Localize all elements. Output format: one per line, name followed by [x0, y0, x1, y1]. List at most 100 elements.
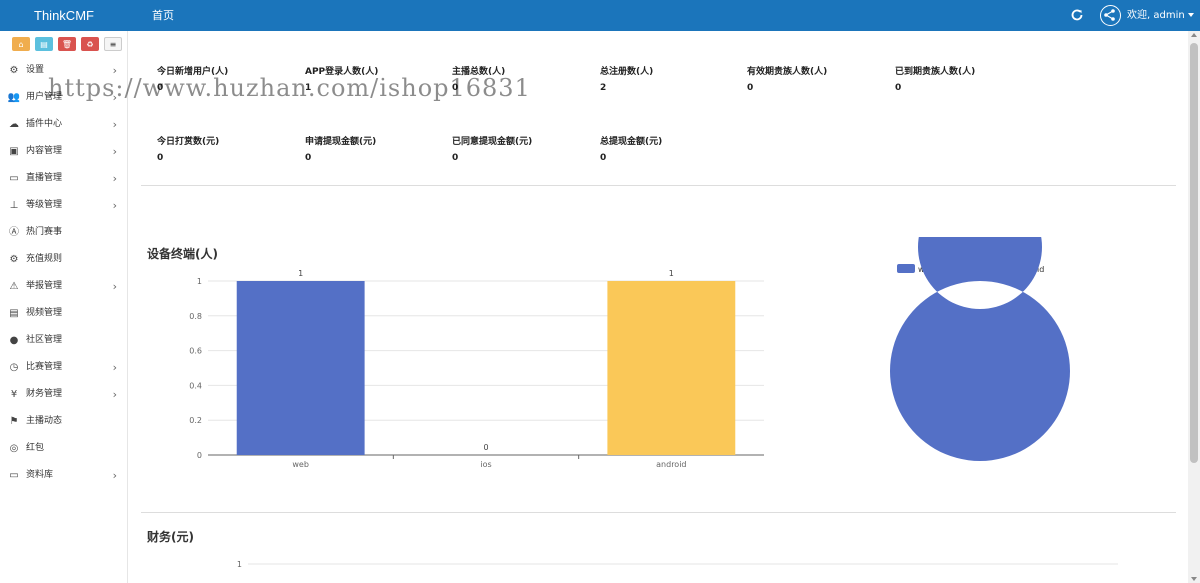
stat-card: 有效期贵族人数(人) 0 [747, 64, 887, 93]
clock-icon: ◷ [9, 361, 19, 373]
sidebar-item[interactable]: ⚑ 主播动态 [0, 408, 127, 435]
legend-swatch-web [897, 264, 915, 273]
x-tick-label: web [292, 460, 309, 469]
archive-icon: ▣ [9, 145, 19, 157]
gears-icon: ⚙ [9, 253, 19, 265]
sidebar-item-label: 社区管理 [26, 335, 63, 345]
recycle-icon: ♻ [86, 39, 94, 49]
sidebar-item-label: 充值规则 [26, 254, 63, 264]
sidebar-item[interactable]: Ⓐ 热门赛事 [0, 219, 127, 246]
stat-label: 总提现金额(元) [600, 137, 663, 147]
sidebar-item[interactable]: ▭ 直播管理 › [0, 165, 127, 192]
nav-home-link[interactable]: 首页 [152, 0, 174, 31]
sidebar-item[interactable]: ◷ 比赛管理 › [0, 354, 127, 381]
stat-card: 总注册数(人) 2 [600, 64, 740, 93]
stat-card: 申请提现金额(元) 0 [305, 134, 445, 163]
stat-card: 已到期贵族人数(人) 0 [895, 64, 1035, 93]
trash-shortcut-button[interactable]: 🗑 [58, 37, 76, 51]
monitor-icon: ▭ [9, 469, 19, 481]
device-chart-title: 设备终端(人) [147, 247, 218, 261]
sidebar-item[interactable]: ⚙ 设置 › [0, 57, 127, 84]
finance-line-chart: 1 [237, 560, 1118, 569]
refresh-icon[interactable] [1070, 8, 1084, 22]
recycle-shortcut-button[interactable]: ♻ [81, 37, 99, 51]
scroll-thumb[interactable] [1190, 43, 1198, 463]
sidebar-item[interactable]: ☁ 插件中心 › [0, 111, 127, 138]
stat-value: 0 [305, 153, 312, 163]
document-icon: ▤ [40, 39, 48, 49]
gears-icon: ⚙ [9, 64, 19, 76]
stat-value: 0 [157, 153, 164, 163]
stat-label: 申请提现金额(元) [305, 137, 377, 147]
sidebar-item-label: 财务管理 [26, 389, 63, 399]
shortcut-bar: ⌂ ▤ 🗑 ♻ ≡ [0, 31, 127, 57]
sidebar-item[interactable]: ▣ 内容管理 › [0, 138, 127, 165]
user-menu[interactable]: 欢迎, admin [1127, 0, 1194, 31]
stat-card: 今日新增用户(人) 0 [157, 64, 297, 93]
chevron-right-icon: › [112, 199, 117, 212]
trash-icon: 🗑 [61, 39, 73, 49]
y-tick-label: 0.4 [189, 381, 202, 390]
document-shortcut-button[interactable]: ▤ [35, 37, 53, 51]
sidebar-item[interactable]: ● 社区管理 [0, 327, 127, 354]
y-tick-label: 0.8 [189, 312, 202, 321]
sidebar-item[interactable]: ¥ 财务管理 › [0, 381, 127, 408]
scroll-up-icon[interactable] [1191, 33, 1197, 37]
bar-data-label: 1 [298, 269, 303, 278]
cloud-icon: ☁ [9, 118, 19, 130]
sidebar-item-label: 设置 [26, 65, 45, 75]
section-divider [141, 512, 1176, 513]
sidebar-item[interactable]: ▭ 资料库 › [0, 462, 127, 489]
finance-chart-title: 财务(元) [147, 530, 194, 544]
sidebar-item-label: 插件中心 [26, 119, 63, 129]
y-tick-label: 0.6 [189, 347, 202, 356]
home-shortcut-button[interactable]: ⌂ [12, 37, 30, 51]
home-icon: ⌂ [18, 39, 24, 49]
sidebar-item-label: 直播管理 [26, 173, 63, 183]
page-scrollbar[interactable] [1188, 31, 1200, 583]
stat-value: 2 [600, 83, 607, 93]
sidebar-item-label: 视频管理 [26, 308, 63, 318]
sidebar-item-label: 热门赛事 [26, 227, 63, 237]
sidebar-item-label: 主播动态 [26, 416, 63, 426]
sidebar-item[interactable]: ◎ 红包 [0, 435, 127, 462]
device-bar-chart: 0 0.2 0.4 0.6 0.8 1 1 web 0 ios 1 android [189, 269, 764, 469]
brand-logo[interactable]: ThinkCMF [0, 0, 128, 31]
yen-icon: ¥ [10, 388, 18, 400]
x-tick-label: android [656, 460, 686, 469]
sidebar-item[interactable]: 👥 用户管理 › [0, 84, 127, 111]
stat-value: 0 [157, 83, 164, 93]
y-tick-label: 1 [237, 560, 242, 569]
x-tick-label: ios [480, 460, 491, 469]
sidebar-item-label: 内容管理 [26, 146, 63, 156]
list-icon: ≡ [109, 39, 117, 49]
user-welcome-text: 欢迎, admin [1127, 10, 1185, 21]
share-icon[interactable] [1100, 5, 1121, 26]
sidebar-item[interactable]: ▤ 视频管理 [0, 300, 127, 327]
section-divider [141, 185, 1176, 186]
scroll-down-icon[interactable] [1191, 577, 1197, 581]
warning-icon: ⚠ [9, 280, 19, 292]
sidebar-item-label: 举报管理 [26, 281, 63, 291]
users-icon: 👥 [7, 91, 21, 103]
stat-card: 总提现金额(元) 0 [600, 134, 740, 163]
sidebar-item-label: 资料库 [26, 470, 54, 480]
y-tick-label: 1 [197, 277, 202, 286]
stat-value: 0 [895, 83, 902, 93]
sidebar-item-label: 比赛管理 [26, 362, 63, 372]
sitemap-icon: ⊥ [9, 199, 19, 211]
chevron-right-icon: › [112, 469, 117, 482]
stat-label: 总注册数(人) [600, 67, 654, 77]
list-shortcut-button[interactable]: ≡ [104, 37, 122, 51]
top-navbar: ThinkCMF 首页 欢迎, admin [0, 0, 1200, 31]
bar-android [607, 281, 736, 455]
sidebar-item[interactable]: ⚙ 充值规则 [0, 246, 127, 273]
sidebar-item[interactable]: ⊥ 等级管理 › [0, 192, 127, 219]
sidebar-item[interactable]: ⚠ 举报管理 › [0, 273, 127, 300]
chevron-right-icon: › [112, 64, 117, 77]
sidebar-menu: ⚙ 设置 › 👥 用户管理 › ☁ 插件中心 › ▣ 内容管理 › ▭ 直播管理 › ⊥ 等级管理 › Ⓐ 热门赛事 ⚙… [0, 57, 127, 489]
stat-label: 今日打赏数(元) [157, 137, 220, 147]
register-type-donut-chart: 注册类型(人)webiosandroid [889, 237, 1070, 461]
sidebar: ⌂ ▤ 🗑 ♻ ≡ ⚙ 设置 › 👥 用户管理 › ☁ 插件中心 › ▣ 内容管理 › ▭ 直播管理 › ⊥ 等级管理 ›… [0, 31, 128, 583]
chevron-right-icon: › [112, 145, 117, 158]
